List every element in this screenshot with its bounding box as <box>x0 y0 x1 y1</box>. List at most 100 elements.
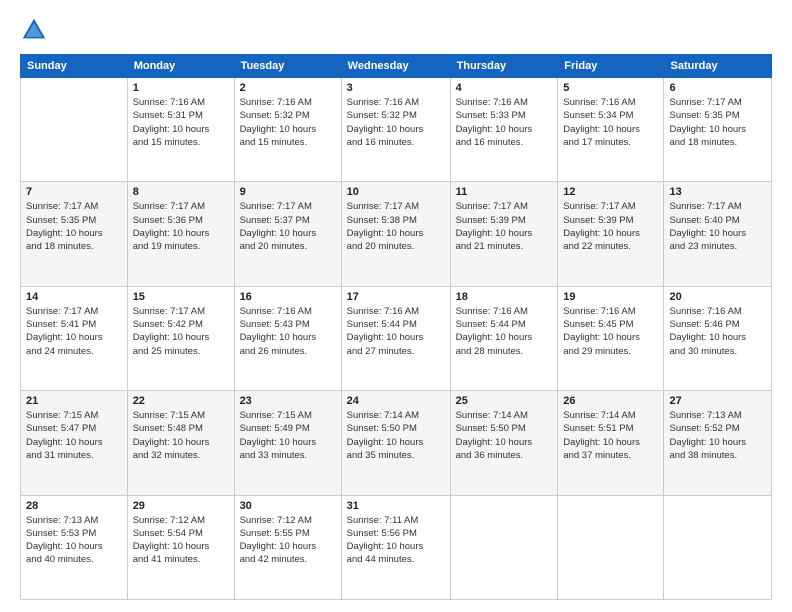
day-info: Sunrise: 7:16 AM Sunset: 5:45 PM Dayligh… <box>563 305 658 358</box>
day-info: Sunrise: 7:17 AM Sunset: 5:39 PM Dayligh… <box>563 200 658 253</box>
day-number: 1 <box>133 82 229 94</box>
day-number: 29 <box>133 500 229 512</box>
calendar-cell: 10 Sunrise: 7:17 AM Sunset: 5:38 PM Dayli… <box>341 182 450 286</box>
day-number: 28 <box>26 500 122 512</box>
day-info: Sunrise: 7:16 AM Sunset: 5:34 PM Dayligh… <box>563 96 658 149</box>
calendar-cell: 13 Sunrise: 7:17 AM Sunset: 5:40 PM Dayli… <box>664 182 772 286</box>
day-info: Sunrise: 7:16 AM Sunset: 5:32 PM Dayligh… <box>240 96 336 149</box>
calendar-cell: 2Sunrise: 7:16 AM Sunset: 5:32 PM Daylig… <box>234 78 341 182</box>
weekday-header: Wednesday <box>341 55 450 78</box>
day-number: 6 <box>669 82 766 94</box>
calendar-cell: 3 Sunrise: 7:16 AM Sunset: 5:32 PM Daylig… <box>341 78 450 182</box>
day-number: 25 <box>456 395 553 407</box>
calendar-week-row: 14Sunrise: 7:17 AM Sunset: 5:41 PM Dayli… <box>21 286 772 390</box>
day-info: Sunrise: 7:17 AM Sunset: 5:35 PM Dayligh… <box>26 200 122 253</box>
calendar-table: SundayMondayTuesdayWednesdayThursdayFrid… <box>20 54 772 600</box>
calendar-cell <box>21 78 128 182</box>
weekday-header: Friday <box>558 55 664 78</box>
day-info: Sunrise: 7:17 AM Sunset: 5:35 PM Dayligh… <box>669 96 766 149</box>
day-info: Sunrise: 7:15 AM Sunset: 5:47 PM Dayligh… <box>26 409 122 462</box>
day-number: 8 <box>133 186 229 198</box>
calendar-cell: 9 Sunrise: 7:17 AM Sunset: 5:37 PM Daylig… <box>234 182 341 286</box>
calendar-cell: 27 Sunrise: 7:13 AM Sunset: 5:52 PM Dayli… <box>664 391 772 495</box>
calendar-cell: 14Sunrise: 7:17 AM Sunset: 5:41 PM Dayli… <box>21 286 128 390</box>
day-info: Sunrise: 7:16 AM Sunset: 5:32 PM Dayligh… <box>347 96 445 149</box>
calendar-cell: 26 Sunrise: 7:14 AM Sunset: 5:51 PM Dayli… <box>558 391 664 495</box>
day-number: 4 <box>456 82 553 94</box>
day-number: 19 <box>563 291 658 303</box>
day-info: Sunrise: 7:17 AM Sunset: 5:42 PM Dayligh… <box>133 305 229 358</box>
day-number: 5 <box>563 82 658 94</box>
day-info: Sunrise: 7:17 AM Sunset: 5:40 PM Dayligh… <box>669 200 766 253</box>
day-number: 20 <box>669 291 766 303</box>
day-number: 31 <box>347 500 445 512</box>
day-info: Sunrise: 7:14 AM Sunset: 5:50 PM Dayligh… <box>347 409 445 462</box>
day-info: Sunrise: 7:17 AM Sunset: 5:38 PM Dayligh… <box>347 200 445 253</box>
day-info: Sunrise: 7:16 AM Sunset: 5:46 PM Dayligh… <box>669 305 766 358</box>
day-number: 16 <box>240 291 336 303</box>
day-info: Sunrise: 7:16 AM Sunset: 5:43 PM Dayligh… <box>240 305 336 358</box>
weekday-header: Sunday <box>21 55 128 78</box>
day-number: 21 <box>26 395 122 407</box>
calendar-cell: 17Sunrise: 7:16 AM Sunset: 5:44 PM Dayli… <box>341 286 450 390</box>
calendar-cell: 19 Sunrise: 7:16 AM Sunset: 5:45 PM Dayli… <box>558 286 664 390</box>
page: SundayMondayTuesdayWednesdayThursdayFrid… <box>0 0 792 612</box>
calendar-cell: 29 Sunrise: 7:12 AM Sunset: 5:54 PM Dayli… <box>127 495 234 599</box>
day-info: Sunrise: 7:11 AM Sunset: 5:56 PM Dayligh… <box>347 514 445 567</box>
calendar-cell: 15 Sunrise: 7:17 AM Sunset: 5:42 PM Dayli… <box>127 286 234 390</box>
weekday-header: Thursday <box>450 55 558 78</box>
day-number: 14 <box>26 291 122 303</box>
day-number: 11 <box>456 186 553 198</box>
day-number: 3 <box>347 82 445 94</box>
day-number: 30 <box>240 500 336 512</box>
calendar-cell: 18Sunrise: 7:16 AM Sunset: 5:44 PM Dayli… <box>450 286 558 390</box>
calendar-cell: 24 Sunrise: 7:14 AM Sunset: 5:50 PM Dayli… <box>341 391 450 495</box>
calendar-cell <box>664 495 772 599</box>
day-info: Sunrise: 7:15 AM Sunset: 5:48 PM Dayligh… <box>133 409 229 462</box>
day-info: Sunrise: 7:17 AM Sunset: 5:39 PM Dayligh… <box>456 200 553 253</box>
weekday-header: Tuesday <box>234 55 341 78</box>
day-info: Sunrise: 7:13 AM Sunset: 5:52 PM Dayligh… <box>669 409 766 462</box>
calendar-cell: 28Sunrise: 7:13 AM Sunset: 5:53 PM Dayli… <box>21 495 128 599</box>
day-number: 10 <box>347 186 445 198</box>
day-info: Sunrise: 7:16 AM Sunset: 5:33 PM Dayligh… <box>456 96 553 149</box>
calendar-cell: 4 Sunrise: 7:16 AM Sunset: 5:33 PM Daylig… <box>450 78 558 182</box>
day-number: 12 <box>563 186 658 198</box>
day-number: 27 <box>669 395 766 407</box>
calendar-cell: 21 Sunrise: 7:15 AM Sunset: 5:47 PM Dayli… <box>21 391 128 495</box>
calendar-cell: 11 Sunrise: 7:17 AM Sunset: 5:39 PM Dayli… <box>450 182 558 286</box>
calendar-week-row: 1 Sunrise: 7:16 AM Sunset: 5:31 PM Daylig… <box>21 78 772 182</box>
day-info: Sunrise: 7:17 AM Sunset: 5:37 PM Dayligh… <box>240 200 336 253</box>
day-number: 24 <box>347 395 445 407</box>
logo-icon <box>20 16 48 44</box>
calendar-cell: 5 Sunrise: 7:16 AM Sunset: 5:34 PM Daylig… <box>558 78 664 182</box>
day-number: 18 <box>456 291 553 303</box>
calendar-cell: 23 Sunrise: 7:15 AM Sunset: 5:49 PM Dayli… <box>234 391 341 495</box>
day-info: Sunrise: 7:12 AM Sunset: 5:54 PM Dayligh… <box>133 514 229 567</box>
day-number: 22 <box>133 395 229 407</box>
calendar-cell: 30 Sunrise: 7:12 AM Sunset: 5:55 PM Dayli… <box>234 495 341 599</box>
day-number: 15 <box>133 291 229 303</box>
calendar-week-row: 21 Sunrise: 7:15 AM Sunset: 5:47 PM Dayli… <box>21 391 772 495</box>
calendar-cell <box>450 495 558 599</box>
day-number: 17 <box>347 291 445 303</box>
logo <box>20 16 52 44</box>
calendar-cell: 7Sunrise: 7:17 AM Sunset: 5:35 PM Daylig… <box>21 182 128 286</box>
day-number: 26 <box>563 395 658 407</box>
day-info: Sunrise: 7:14 AM Sunset: 5:51 PM Dayligh… <box>563 409 658 462</box>
header <box>20 16 772 44</box>
day-info: Sunrise: 7:16 AM Sunset: 5:31 PM Dayligh… <box>133 96 229 149</box>
day-number: 9 <box>240 186 336 198</box>
calendar-cell: 20 Sunrise: 7:16 AM Sunset: 5:46 PM Dayli… <box>664 286 772 390</box>
calendar-week-row: 28Sunrise: 7:13 AM Sunset: 5:53 PM Dayli… <box>21 495 772 599</box>
calendar-cell: 16 Sunrise: 7:16 AM Sunset: 5:43 PM Dayli… <box>234 286 341 390</box>
day-info: Sunrise: 7:15 AM Sunset: 5:49 PM Dayligh… <box>240 409 336 462</box>
calendar-cell: 25 Sunrise: 7:14 AM Sunset: 5:50 PM Dayli… <box>450 391 558 495</box>
weekday-header: Saturday <box>664 55 772 78</box>
calendar-cell: 12 Sunrise: 7:17 AM Sunset: 5:39 PM Dayli… <box>558 182 664 286</box>
day-info: Sunrise: 7:14 AM Sunset: 5:50 PM Dayligh… <box>456 409 553 462</box>
day-number: 13 <box>669 186 766 198</box>
day-number: 23 <box>240 395 336 407</box>
day-info: Sunrise: 7:12 AM Sunset: 5:55 PM Dayligh… <box>240 514 336 567</box>
calendar-cell: 22 Sunrise: 7:15 AM Sunset: 5:48 PM Dayli… <box>127 391 234 495</box>
